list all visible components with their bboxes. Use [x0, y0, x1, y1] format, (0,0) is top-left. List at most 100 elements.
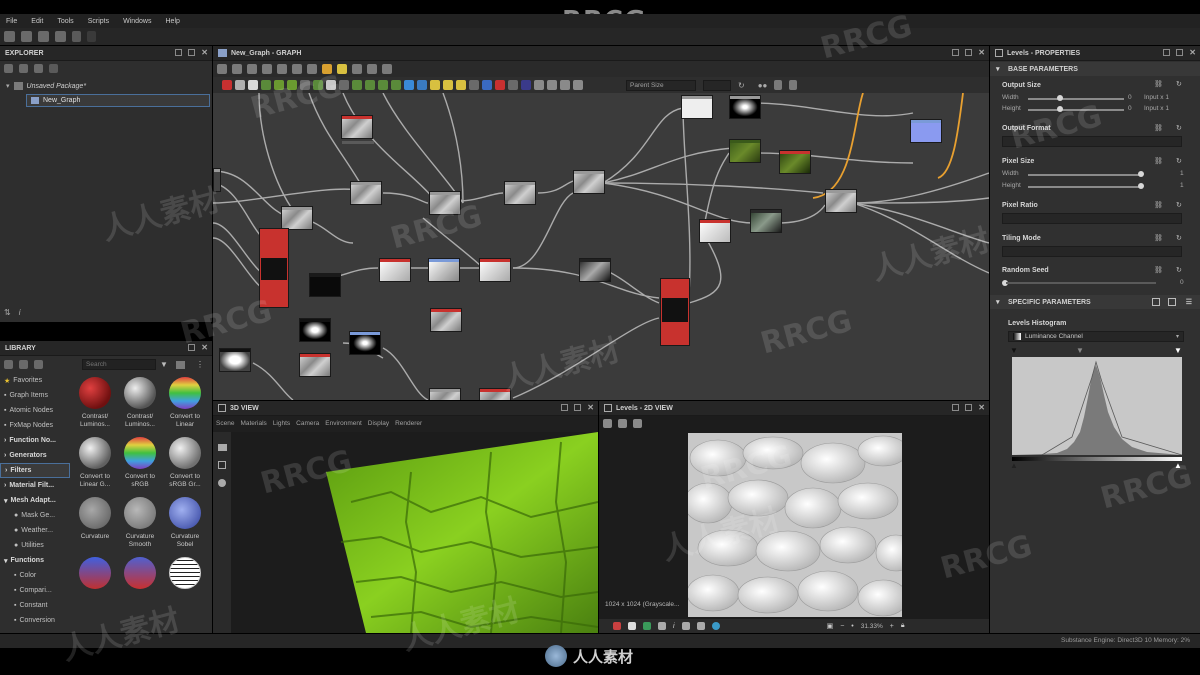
properties-close-icon[interactable]: ✕ [1189, 49, 1196, 57]
menu-windows[interactable]: Windows [123, 18, 151, 25]
pixel-ratio-link-icon[interactable]: ⛓ [1154, 201, 1163, 209]
library-category-mask-generators[interactable]: ● Mask Ge... [0, 508, 70, 523]
library-category-utilities[interactable]: ● Utilities [0, 538, 70, 553]
library-category-constant[interactable]: ▪ Constant [0, 598, 70, 613]
graph-node-mask[interactable] [729, 95, 761, 119]
graph-node[interactable] [429, 388, 461, 400]
graph-node[interactable] [825, 189, 857, 213]
explorer-settings-icon[interactable] [49, 64, 58, 73]
node-bitmap-icon[interactable] [235, 80, 245, 90]
pixel-ratio-reset-icon[interactable]: ↻ [1176, 201, 1182, 209]
height-mode[interactable]: Input x 1 [1144, 105, 1169, 112]
histogram-white-handle[interactable]: ▼ [1174, 346, 1182, 355]
node-color-icon[interactable] [495, 80, 505, 90]
new-graph-icon[interactable] [21, 31, 32, 42]
library-thumb[interactable]: Convert to sRGB Gr... [164, 437, 206, 489]
pixel-size-link-icon[interactable]: ⛓ [1154, 157, 1163, 165]
render-icon[interactable] [218, 461, 226, 469]
expand-arrow-icon[interactable]: ▾ [6, 82, 10, 90]
library-thumb[interactable]: Convert to Linear [164, 377, 206, 429]
view2d-zoom[interactable]: 31.33% [861, 623, 883, 630]
cpu-icon[interactable]: ●● [758, 81, 768, 90]
node-hsl-icon[interactable] [404, 80, 414, 90]
menu-edit[interactable]: Edit [31, 18, 43, 25]
specific-parameters-section[interactable]: ▾ SPECIFIC PARAMETERS ☰ [990, 295, 1200, 309]
filter-icon[interactable]: ▼ [160, 360, 168, 369]
graph-node-blob[interactable] [299, 318, 331, 342]
float-icon[interactable] [188, 49, 196, 56]
library-category-favorites[interactable]: ★ Favorites [0, 373, 70, 388]
view2d-float-icon[interactable] [965, 404, 973, 411]
view2d-pin-icon[interactable] [952, 404, 960, 411]
output-size-reset-icon[interactable]: ↻ [1176, 80, 1182, 88]
view2d-zoom-in-icon[interactable]: + [890, 623, 894, 630]
node-comment-icon[interactable] [560, 80, 570, 90]
node-distance-icon[interactable] [352, 80, 362, 90]
graph-pin-icon[interactable] [952, 49, 960, 56]
node-dir-warp-icon[interactable] [508, 80, 518, 90]
view2d-histogram-icon[interactable] [681, 622, 690, 630]
graph-node-camo[interactable] [729, 139, 761, 163]
zoom-icon[interactable] [277, 64, 287, 74]
graph-node[interactable] [479, 258, 511, 282]
library-thumb[interactable]: Curvature Sobel [164, 497, 206, 549]
library-options-icon[interactable]: ⋮ [196, 360, 204, 369]
expose-icon[interactable] [789, 80, 798, 90]
view2d-grid-icon[interactable] [696, 622, 705, 630]
graph-node[interactable] [281, 206, 313, 230]
graph-node[interactable] [699, 219, 731, 243]
open-icon[interactable] [38, 31, 49, 42]
library-thumb[interactable] [74, 557, 116, 593]
library-thumb[interactable] [164, 557, 206, 593]
random-seed-reset-icon[interactable]: ↻ [1176, 266, 1182, 274]
menu-file[interactable]: File [6, 18, 17, 25]
library-category-filters[interactable]: › Filters [0, 463, 70, 478]
view2d-sphere-icon[interactable] [711, 622, 720, 630]
library-thumb[interactable]: Convert to sRGB [119, 437, 161, 489]
node-input-icon[interactable] [534, 80, 544, 90]
library-thumb[interactable] [119, 557, 161, 593]
engine-icon[interactable] [774, 80, 783, 90]
new-package-icon[interactable] [4, 31, 15, 42]
graph-close-icon[interactable]: ✕ [978, 49, 985, 57]
frame-icon[interactable] [217, 64, 227, 74]
view2d-lock-icon[interactable]: 🔒︎ [901, 622, 905, 630]
view2d-close-icon[interactable]: ✕ [978, 404, 985, 412]
center-icon[interactable] [232, 64, 242, 74]
view3d-close-icon[interactable]: ✕ [587, 404, 594, 412]
specific-icon-b[interactable] [1168, 298, 1176, 306]
library-category-function-nodes[interactable]: › Function No... [0, 433, 70, 448]
explorer-refresh-icon[interactable] [19, 64, 28, 73]
random-seed-link-icon[interactable]: ⛓ [1154, 266, 1163, 274]
reset-icon[interactable]: ↻ [738, 81, 745, 90]
view2d-save-icon[interactable] [603, 419, 612, 428]
graph-node[interactable] [430, 308, 462, 332]
node-fx-icon[interactable] [378, 80, 388, 90]
library-category-comparison[interactable]: ▪ Compari... [0, 583, 70, 598]
explorer-new-icon[interactable] [4, 64, 13, 73]
view2d-white-icon[interactable] [628, 622, 636, 630]
view2d-export-icon[interactable] [633, 419, 642, 428]
graph-node-blob[interactable] [349, 331, 381, 355]
grid-icon[interactable] [307, 64, 317, 74]
align-icon[interactable] [292, 64, 302, 74]
view3d-tab-display[interactable]: Display [368, 420, 389, 427]
node-svg-icon[interactable] [248, 80, 258, 90]
library-category-generators[interactable]: › Generators [0, 448, 70, 463]
graph-node-white[interactable] [681, 95, 713, 119]
view3d-tab-scene[interactable]: Scene [216, 420, 234, 427]
pin-icon[interactable] [175, 49, 183, 56]
graph-node-dark[interactable] [750, 209, 782, 233]
explorer-save-icon[interactable] [34, 64, 43, 73]
view2d-copy-icon[interactable] [618, 419, 627, 428]
specific-icon-c[interactable]: ☰ [1186, 298, 1192, 306]
library-category-weathering[interactable]: ● Weather... [0, 523, 70, 538]
histogram-mid-handle[interactable]: ▼ [1076, 346, 1084, 355]
pixel-ratio-dropdown[interactable] [1002, 213, 1182, 224]
view3d-tab-camera[interactable]: Camera [296, 420, 319, 427]
library-thumb[interactable]: Contrast/ Luminos... [74, 377, 116, 429]
library-search-input[interactable] [82, 359, 156, 370]
library-refresh-icon[interactable] [19, 360, 28, 369]
video-camera-icon[interactable] [217, 444, 227, 451]
save-icon[interactable] [55, 31, 66, 42]
